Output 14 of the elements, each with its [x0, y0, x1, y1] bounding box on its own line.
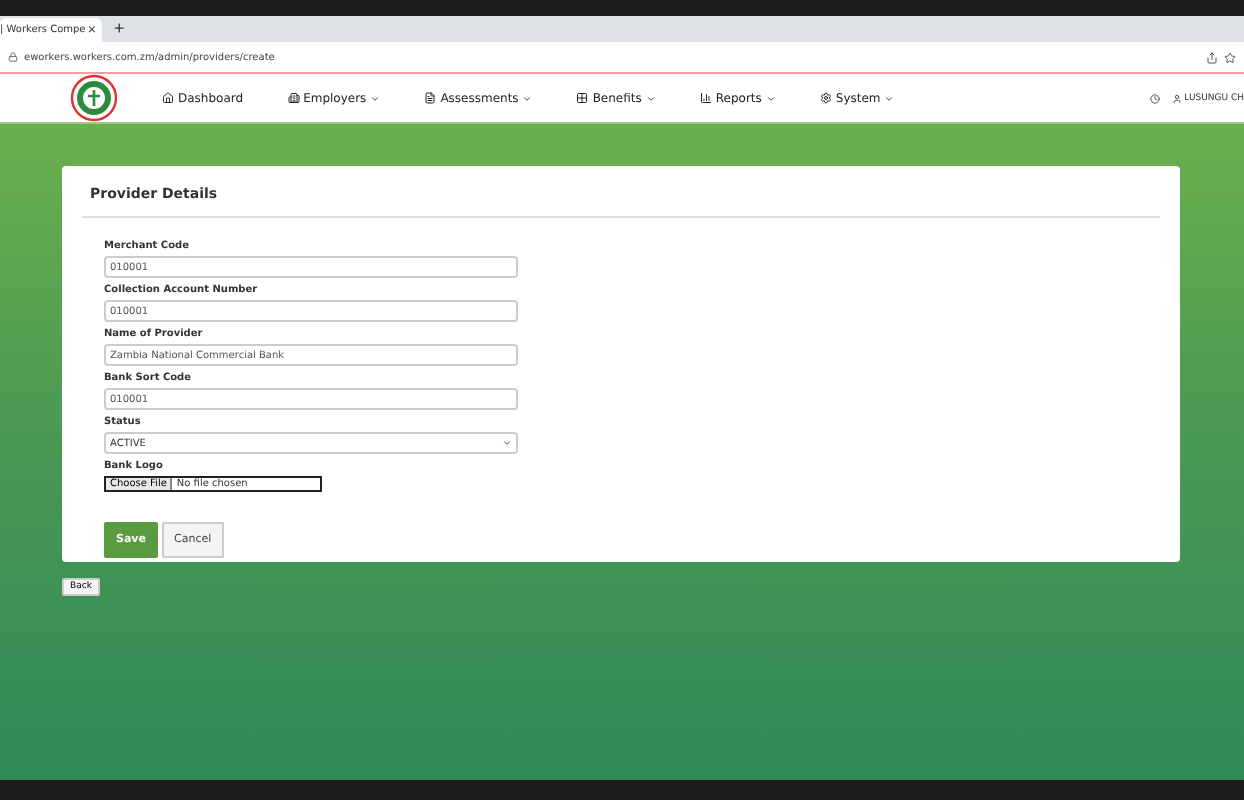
- logo-icon[interactable]: [70, 74, 118, 122]
- gear-icon: [819, 92, 832, 104]
- building-icon: [287, 92, 300, 104]
- document-icon: [424, 92, 437, 104]
- home-icon: [162, 92, 174, 104]
- user-icon: [1172, 93, 1183, 103]
- share-icon[interactable]: [1206, 51, 1218, 63]
- clock-icon[interactable]: [1150, 93, 1161, 103]
- bar-chart-icon: [699, 92, 712, 104]
- star-icon[interactable]: [1224, 51, 1236, 63]
- lock-icon: [8, 52, 18, 62]
- grid-icon: [576, 92, 589, 104]
- caret-icon: [502, 438, 512, 448]
- new-tab-button[interactable]: +: [114, 20, 125, 38]
